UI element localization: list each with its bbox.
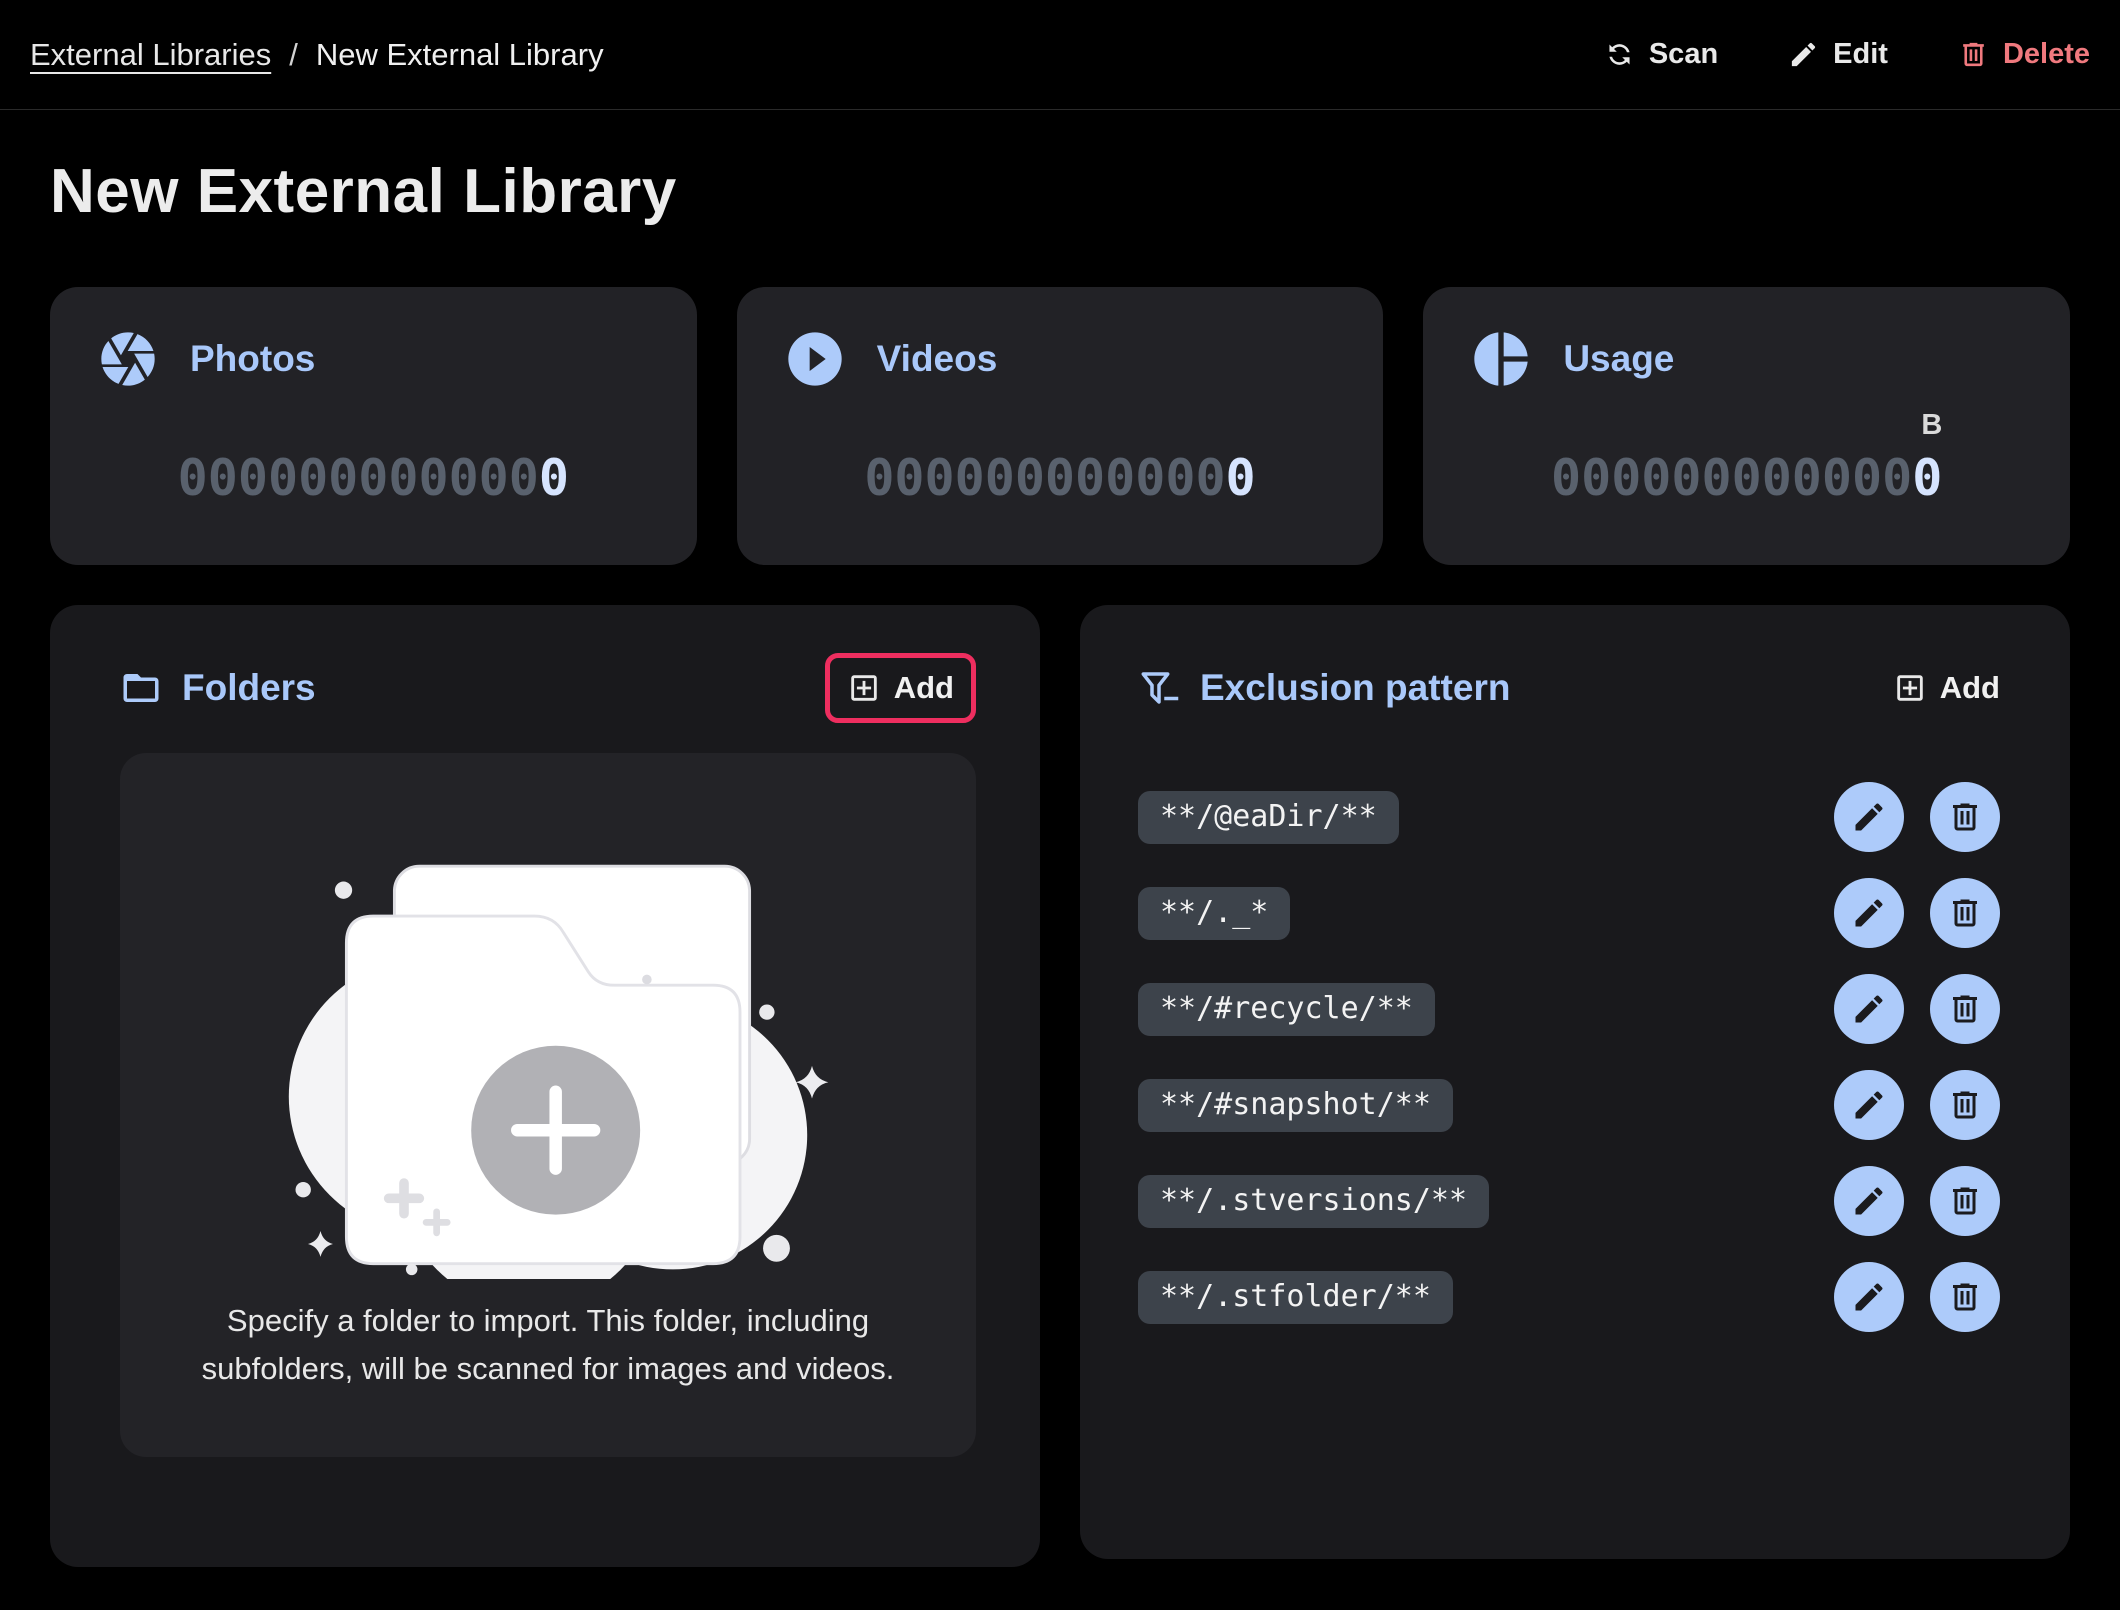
pencil-icon: [1851, 1279, 1887, 1315]
panels-row: Folders Add: [50, 605, 2070, 1567]
top-bar: External Libraries / New External Librar…: [0, 0, 2120, 110]
folders-title: Folders: [182, 667, 316, 709]
pattern-row: **/.stversions/**: [1138, 1153, 2000, 1249]
stat-label-videos: Videos: [877, 338, 998, 380]
breadcrumb-current: New External Library: [316, 37, 604, 73]
camera-iris-icon: [96, 327, 160, 391]
delete-pattern-button[interactable]: [1930, 1262, 2000, 1332]
edit-label: Edit: [1833, 38, 1888, 71]
library-detail-page: New External Library Photos 000000000000…: [0, 156, 2120, 1567]
edit-pattern-button[interactable]: [1834, 1262, 1904, 1332]
stats-row: Photos 0000000000000 Videos 000000000000…: [50, 287, 2070, 565]
stat-label-photos: Photos: [190, 338, 315, 380]
folders-empty-caption: Specify a folder to import. This folder,…: [153, 1297, 943, 1393]
pencil-icon: [1851, 895, 1887, 931]
plus-box-icon: [1893, 671, 1927, 705]
pattern-row: **/._*: [1138, 865, 2000, 961]
delete-pattern-button[interactable]: [1930, 782, 2000, 852]
delete-pattern-button[interactable]: [1930, 878, 2000, 948]
filter-minus-icon: [1138, 667, 1180, 709]
pencil-icon: [1788, 39, 1819, 70]
usage-stat-card: Usage B0000000000000: [1423, 287, 2070, 565]
stat-label-usage: Usage: [1563, 338, 1674, 380]
edit-pattern-button[interactable]: [1834, 1166, 1904, 1236]
trash-icon: [1947, 799, 1983, 835]
pattern-chip: **/#snapshot/**: [1138, 1079, 1453, 1132]
pattern-chip: **/.stfolder/**: [1138, 1271, 1453, 1324]
trash-icon: [1947, 991, 1983, 1027]
edit-button[interactable]: Edit: [1788, 38, 1888, 71]
trash-icon: [1947, 1279, 1983, 1315]
folders-empty-state: Specify a folder to import. This folder,…: [120, 753, 976, 1457]
folder-empty-illustration: [248, 799, 848, 1279]
topbar-actions: Scan Edit Delete: [1604, 38, 2090, 71]
breadcrumb-parent-link[interactable]: External Libraries: [30, 37, 271, 73]
exclusion-pattern-list: **/@eaDir/** **/._* **/#recycle/**: [1138, 769, 2000, 1345]
edit-pattern-button[interactable]: [1834, 782, 1904, 852]
photos-stat-card: Photos 0000000000000: [50, 287, 697, 565]
edit-pattern-button[interactable]: [1834, 878, 1904, 948]
pencil-icon: [1851, 1183, 1887, 1219]
pie-chart-icon: [1469, 327, 1533, 391]
pencil-icon: [1851, 991, 1887, 1027]
photos-count: 0000000000000: [178, 453, 569, 503]
exclusion-title: Exclusion pattern: [1200, 667, 1510, 709]
pattern-row: **/@eaDir/**: [1138, 769, 2000, 865]
sync-icon: [1597, 33, 1641, 77]
breadcrumb: External Libraries / New External Librar…: [30, 37, 604, 73]
delete-pattern-button[interactable]: [1930, 974, 2000, 1044]
trash-icon: [1958, 39, 1989, 70]
videos-count: 0000000000000: [864, 453, 1255, 503]
videos-stat-card: Videos 0000000000000: [737, 287, 1384, 565]
page-title: New External Library: [50, 156, 2070, 227]
breadcrumb-separator: /: [289, 37, 298, 73]
edit-pattern-button[interactable]: [1834, 974, 1904, 1044]
pattern-row: **/#recycle/**: [1138, 961, 2000, 1057]
delete-pattern-button[interactable]: [1930, 1166, 2000, 1236]
trash-icon: [1947, 1183, 1983, 1219]
pattern-chip: **/.stversions/**: [1138, 1175, 1489, 1228]
delete-pattern-button[interactable]: [1930, 1070, 2000, 1140]
trash-icon: [1947, 895, 1983, 931]
edit-pattern-button[interactable]: [1834, 1070, 1904, 1140]
scan-button[interactable]: Scan: [1604, 38, 1718, 71]
delete-button[interactable]: Delete: [1958, 38, 2090, 71]
scan-label: Scan: [1649, 38, 1718, 71]
pattern-row: **/.stfolder/**: [1138, 1249, 2000, 1345]
trash-icon: [1947, 1087, 1983, 1123]
add-exclusion-label: Add: [1940, 670, 2000, 706]
pattern-row: **/#snapshot/**: [1138, 1057, 2000, 1153]
delete-label: Delete: [2003, 38, 2090, 71]
folder-icon: [120, 667, 162, 709]
plus-box-icon: [847, 671, 881, 705]
usage-count: B0000000000000: [1551, 453, 1942, 503]
pencil-icon: [1851, 1087, 1887, 1123]
pattern-chip: **/@eaDir/**: [1138, 791, 1399, 844]
usage-unit: B: [1921, 411, 1942, 440]
add-folder-button[interactable]: Add: [847, 670, 954, 706]
folders-panel: Folders Add: [50, 605, 1040, 1567]
pencil-icon: [1851, 799, 1887, 835]
exclusion-pattern-panel: Exclusion pattern Add **/@eaDir/** **/._: [1080, 605, 2070, 1559]
add-exclusion-pattern-button[interactable]: Add: [1893, 670, 2000, 706]
play-circle-icon: [783, 327, 847, 391]
pattern-chip: **/._*: [1138, 887, 1290, 940]
add-folder-label: Add: [894, 670, 954, 706]
pattern-chip: **/#recycle/**: [1138, 983, 1435, 1036]
add-folder-focus-ring: Add: [825, 653, 976, 723]
